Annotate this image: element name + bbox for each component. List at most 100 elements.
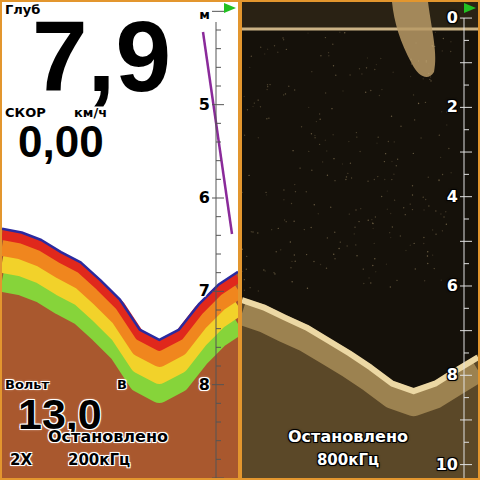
speckle (443, 38, 444, 39)
ruler-tick (216, 216, 221, 217)
depth-scale-label: 2 (447, 97, 458, 117)
sonar-2d-panel: Глуб7,9мСКОРкм/ч0,00ВольтВ13,05678Остано… (0, 0, 240, 480)
speckle (265, 192, 266, 193)
speckle (334, 232, 335, 233)
speckle (412, 194, 413, 195)
speckle (295, 191, 296, 192)
speckle (242, 271, 243, 272)
speckle (328, 55, 329, 56)
speckle (291, 203, 292, 204)
speckle (412, 209, 413, 210)
speckle (346, 176, 347, 177)
speckle (283, 39, 284, 40)
speckle (418, 103, 419, 104)
speckle (332, 44, 333, 45)
speckle (308, 151, 309, 152)
speckle (373, 243, 374, 244)
speckle (435, 210, 436, 211)
speckle (365, 91, 366, 92)
speckle (267, 84, 268, 85)
speckle (274, 45, 275, 46)
speckle (403, 207, 404, 208)
speckle (361, 73, 362, 74)
speckle (354, 233, 355, 234)
speed-value: 0,00 (18, 120, 104, 164)
speckle (263, 269, 264, 270)
speckle (339, 32, 340, 33)
speckle (340, 241, 341, 242)
speckle (283, 189, 284, 190)
speckle (420, 137, 421, 138)
speckle (427, 251, 428, 252)
speckle (285, 93, 286, 94)
depth-scale-label: 4 (447, 187, 458, 207)
speckle (397, 159, 398, 160)
speckle (290, 267, 291, 268)
speckle (413, 243, 414, 244)
ruler-tick (460, 18, 472, 19)
ruler-tick (460, 285, 472, 286)
ruler-tick (464, 174, 469, 175)
speckle (332, 134, 333, 135)
speckle (385, 153, 386, 154)
speckle (307, 32, 308, 33)
speckle (344, 32, 345, 33)
speckle (415, 268, 416, 269)
speckle (314, 135, 315, 136)
speckle (320, 55, 321, 56)
speckle (358, 221, 359, 222)
ruler-tick (216, 328, 221, 329)
ruler-tick (460, 375, 472, 376)
speckle (356, 136, 357, 137)
speckle (410, 76, 411, 77)
speckle (432, 229, 433, 230)
speckle (244, 96, 245, 97)
speckle (432, 46, 433, 47)
depth-scale-label: 0 (447, 8, 458, 28)
ruler-tick (212, 11, 224, 12)
speckle (374, 258, 375, 259)
speckle (411, 63, 412, 64)
ruler-tick (216, 459, 221, 460)
speckle (366, 67, 367, 68)
speckle (333, 158, 334, 159)
ruler-tick (464, 85, 469, 86)
speckle (257, 99, 258, 100)
speckle (307, 288, 308, 289)
speckle (351, 177, 352, 178)
speckle (387, 209, 388, 210)
speckle (299, 167, 300, 168)
speckle (428, 73, 429, 74)
ruler-tick (216, 403, 221, 404)
speckle (442, 174, 443, 175)
speckle (290, 241, 291, 242)
bottom-fill (2, 229, 238, 478)
depth-unit: м (199, 8, 210, 23)
speckle (371, 219, 372, 220)
speckle (264, 53, 265, 54)
speckle (396, 280, 397, 281)
speckle (311, 170, 312, 171)
speckle (380, 58, 381, 59)
depth-ruler (216, 22, 217, 478)
speckle (347, 173, 348, 174)
speckle (318, 213, 319, 214)
speckle (359, 151, 360, 152)
speckle (247, 109, 248, 110)
speckle (291, 261, 292, 262)
speckle (267, 49, 268, 50)
ruler-tick (460, 62, 472, 63)
speckle (426, 60, 427, 61)
speckle (400, 126, 401, 127)
speckle (306, 191, 307, 192)
speckle (448, 148, 449, 149)
speckle (314, 204, 315, 205)
speckle (267, 86, 268, 87)
speckle (359, 68, 360, 69)
speckle (282, 37, 283, 38)
speckle (308, 107, 309, 108)
ruler-tick (216, 347, 221, 348)
speckle (418, 60, 419, 61)
speckle (319, 119, 320, 120)
speckle (377, 176, 378, 177)
